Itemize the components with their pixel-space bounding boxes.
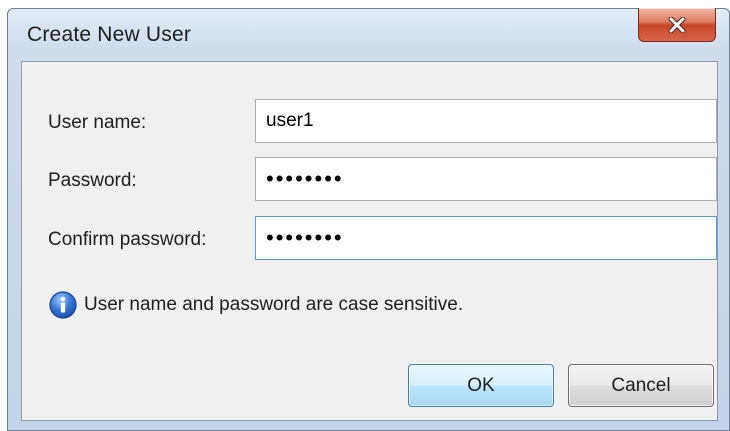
info-message: User name and password are case sensitiv… — [48, 290, 463, 320]
password-label: Password: — [48, 170, 137, 191]
ok-button[interactable]: OK — [408, 364, 554, 407]
info-text: User name and password are case sensitiv… — [84, 294, 464, 315]
username-label: User name: — [48, 112, 147, 133]
close-icon — [668, 16, 686, 33]
window-title: Create New User — [27, 23, 192, 46]
confirm-password-label: Confirm password: — [48, 229, 207, 250]
password-input[interactable] — [255, 157, 717, 201]
username-input[interactable] — [255, 99, 717, 143]
cancel-button[interactable]: Cancel — [568, 364, 714, 407]
title-bar[interactable]: Create New User — [8, 8, 729, 61]
info-icon — [49, 291, 77, 319]
dialog-content: User name: Password: Confirm password: U… — [21, 61, 718, 421]
close-button[interactable] — [638, 8, 716, 42]
confirm-password-input[interactable] — [255, 216, 717, 260]
create-user-dialog: Create New User User name: Password: Con… — [7, 8, 730, 431]
